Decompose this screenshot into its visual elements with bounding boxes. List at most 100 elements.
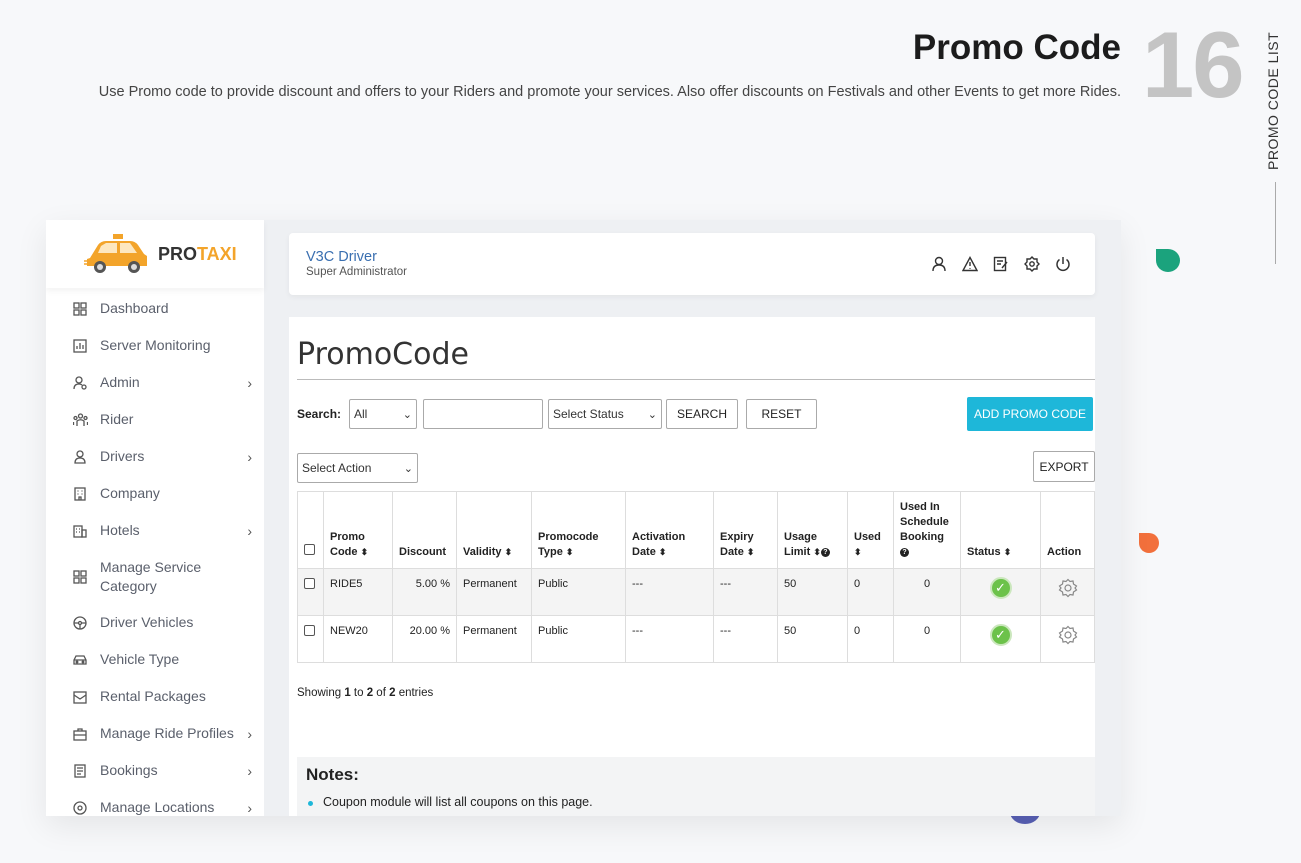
sidebar-item-bookings[interactable]: Bookings › [46,752,264,789]
logo[interactable]: PROTAXI [46,220,264,288]
action-select[interactable]: Select Action ⌄ [297,453,418,483]
header-promo-code[interactable]: Promo Code ⬍ [323,491,393,569]
logo-brand-b: TAXI [197,243,237,264]
header-label: Validity [463,546,502,558]
sidebar-item-manage-ride-profiles[interactable]: Manage Ride Profiles › [46,715,264,752]
sidebar-item-rider[interactable]: Rider [46,401,264,438]
sidebar-nav: Dashboard Server Monitoring Admin › Ride… [46,288,264,816]
header-activation-date[interactable]: Activation Date ⬍ [625,491,714,569]
package-icon [72,689,88,705]
cell-code: RIDE5 [323,568,393,616]
sidebar-item-hotels[interactable]: Hotels › [46,512,264,549]
sidebar-item-label: Dashboard [100,300,169,316]
sidebar-item-company[interactable]: Company [46,475,264,512]
hotel-icon [72,523,88,539]
header-status[interactable]: Status ⬍ [960,491,1041,569]
sort-icon: ⬍ [658,547,667,557]
user-name[interactable]: V3C Driver [306,249,377,265]
sidebar-item-rental-packages[interactable]: Rental Packages [46,678,264,715]
cell-validity: Permanent [456,615,532,663]
taxi-logo-icon [84,234,147,273]
gear-icon[interactable] [1058,625,1078,645]
table-header-row: Promo Code ⬍ Discount Validity ⬍ Promoco… [297,491,1095,569]
sort-icon: ⬍ [1003,547,1012,557]
status-select[interactable]: Select Status ⌄ [548,399,662,429]
power-icon[interactable] [1054,255,1071,272]
header-label: Used In Schedule Booking [900,501,949,543]
sidebar-item-label: Server Monitoring [100,337,211,353]
slide-description: Use Promo code to provide discount and o… [98,84,1121,100]
header-used-in-schedule-booking: Used In Schedule Booking ? [893,491,961,569]
table-row: RIDE5 5.00 % Permanent Public --- --- 50… [297,568,1095,616]
sidebar-item-manage-locations[interactable]: Manage Locations › [46,789,264,816]
cell-action [1040,568,1095,616]
cell-expiry: --- [713,615,778,663]
slide-title: Promo Code [912,28,1121,67]
cell-usage: 50 [777,568,848,616]
sidebar-item-driver-vehicles[interactable]: Driver Vehicles [46,604,264,641]
row-select-cell [297,615,324,663]
row-checkbox[interactable] [304,625,315,636]
sidebar-item-vehicle-type[interactable]: Vehicle Type [46,641,264,678]
sidebar-item-manage-service-category[interactable]: Manage Service Category [46,549,264,604]
header-used[interactable]: Used ⬍ [847,491,894,569]
chevron-down-icon: ⌄ [402,408,412,421]
header-validity[interactable]: Validity ⬍ [456,491,532,569]
sidebar-item-drivers[interactable]: Drivers › [46,438,264,475]
add-promo-code-button[interactable]: ADD PROMO CODE [967,397,1093,431]
promo-table: Promo Code ⬍ Discount Validity ⬍ Promoco… [297,491,1095,663]
check-circle-icon[interactable]: ✓ [989,577,1012,599]
filter-select[interactable]: All ⌄ [349,399,417,429]
header-usage-limit[interactable]: Usage Limit ⬍? [777,491,848,569]
select-all-checkbox[interactable] [304,544,315,555]
row-checkbox[interactable] [304,578,315,589]
header-label: Discount [399,546,447,558]
decor-leaf-green [1156,249,1180,272]
content-card: PromoCode Search: All ⌄ Select Status ⌄ … [289,317,1095,816]
search-button[interactable]: SEARCH [666,399,738,429]
help-icon[interactable]: ? [900,547,909,557]
export-button[interactable]: EXPORT [1033,451,1095,482]
reset-button[interactable]: RESET [746,399,817,429]
profile-icon[interactable] [930,255,947,272]
header-label: Used [854,531,881,543]
chart-icon [72,338,88,354]
check-circle-icon[interactable]: ✓ [989,624,1012,646]
cell-schedule: 0 [893,568,961,616]
header-promocode-type[interactable]: Promocode Type ⬍ [531,491,626,569]
sort-icon: ⬍ [504,547,513,557]
header-select-all [297,491,324,569]
showing-of-word: of [373,687,390,699]
gear-icon[interactable] [1058,578,1078,598]
cell-activation: --- [625,568,714,616]
table-row: NEW20 20.00 % Permanent Public --- --- 5… [297,615,1095,663]
admin-icon [72,375,88,391]
search-input[interactable] [423,399,543,429]
cell-used: 0 [847,615,894,663]
header-action: Action [1040,491,1095,569]
chevron-right-icon: › [247,725,252,742]
cell-type: Public [531,615,626,663]
company-icon [72,486,88,502]
notes-title: Notes: [306,765,359,784]
notes-icon[interactable] [992,255,1009,272]
warning-icon[interactable] [961,255,978,272]
status-select-value: Select Status [553,407,624,421]
cell-discount: 20.00 % [392,615,457,663]
rider-icon [72,412,88,428]
sidebar-item-label: Vehicle Type [100,651,180,667]
cell-code: NEW20 [323,615,393,663]
dashboard-icon [72,301,88,317]
showing-to-word: to [350,687,367,699]
settings-icon[interactable] [1023,255,1040,272]
sidebar-item-dashboard[interactable]: Dashboard [46,290,264,327]
help-icon[interactable]: ? [820,547,830,557]
sort-icon: ⬍ [565,547,574,557]
sidebar-item-admin[interactable]: Admin › [46,364,264,401]
showing-prefix: Showing [297,687,345,699]
header-label: Status [967,546,1001,558]
sidebar-item-server-monitoring[interactable]: Server Monitoring [46,327,264,364]
title-divider [297,379,1095,380]
header-expiry-date[interactable]: Expiry Date ⬍ [713,491,778,569]
side-label: PROMO CODE LIST [1265,31,1281,170]
